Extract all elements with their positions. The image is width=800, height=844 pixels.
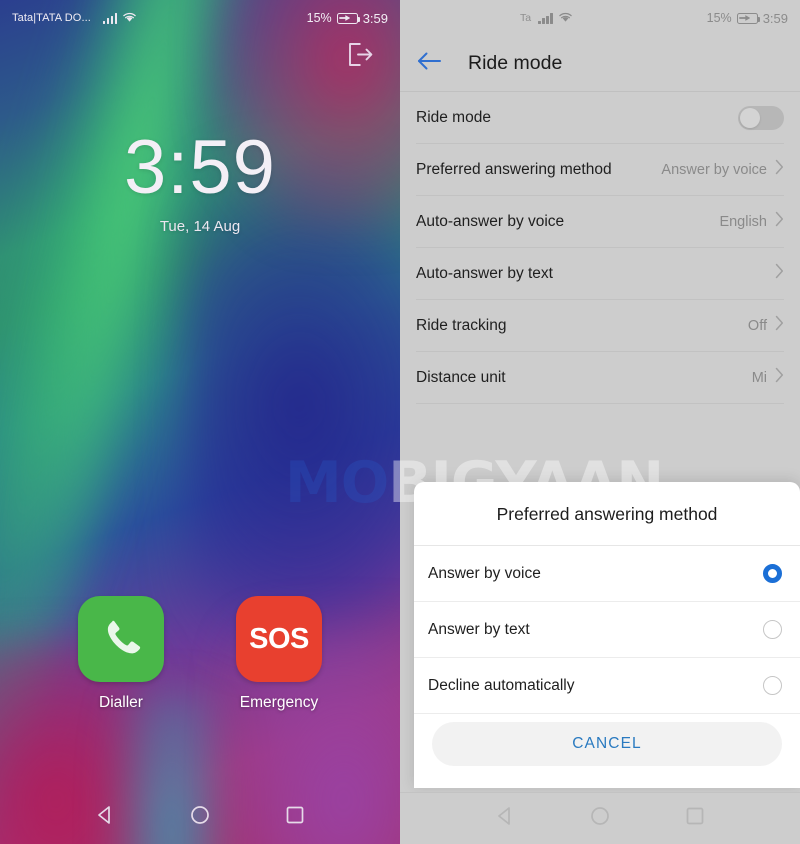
shortcut-dialler[interactable]: Dialler: [66, 596, 176, 712]
dialog-option-answer-by-voice[interactable]: Answer by voice: [414, 546, 800, 602]
lock-screen-panel: Tata|TATA DO... 15% 3:59 3:59 Tue, 14 Au…: [0, 0, 400, 844]
setting-value: English: [719, 213, 767, 230]
carrier-label: Ta: [520, 12, 532, 24]
home-circle-icon[interactable]: [589, 805, 611, 832]
chevron-right-icon: [775, 315, 784, 336]
page-title: Ride mode: [468, 52, 563, 74]
setting-control: Answer by voice: [661, 159, 784, 180]
option-label: Decline automatically: [428, 676, 575, 694]
screenshot-root: Tata|TATA DO... 15% 3:59 3:59 Tue, 14 Au…: [0, 0, 800, 844]
setting-value: Mi: [751, 369, 767, 386]
radio-button[interactable]: [763, 620, 782, 639]
setting-label: Distance unit: [416, 368, 506, 386]
phone-handset-icon: [96, 612, 146, 667]
chevron-right-icon: [775, 159, 784, 180]
setting-control: English: [719, 211, 784, 232]
cancel-button[interactable]: CANCEL: [432, 722, 782, 766]
emergency-tile[interactable]: SOS: [236, 596, 322, 682]
dialog-option-answer-by-text[interactable]: Answer by text: [414, 602, 800, 658]
setting-control: Off: [748, 315, 784, 336]
lockscreen-clock: 3:59 Tue, 14 Aug: [0, 125, 400, 236]
clock-date: Tue, 14 Aug: [159, 218, 241, 236]
battery-charging-icon: [336, 12, 361, 24]
battery-charging-icon: [736, 12, 761, 24]
dialler-tile[interactable]: [78, 596, 164, 682]
back-triangle-icon[interactable]: [94, 804, 116, 831]
lock-status-right: 15% 3:59: [307, 11, 388, 26]
settings-status-right: 15% 3:59: [707, 11, 788, 26]
setting-label: Auto-answer by text: [416, 264, 553, 282]
clock-time: 3:59: [124, 125, 276, 210]
settings-list: Ride mode Preferred answering method Ans…: [400, 92, 800, 404]
setting-row-preferred-answering-method[interactable]: Preferred answering method Answer by voi…: [416, 144, 784, 196]
lock-status-bar: Tata|TATA DO... 15% 3:59: [0, 0, 400, 36]
wifi-icon: [122, 11, 137, 26]
dialog-title: Preferred answering method: [414, 482, 800, 546]
setting-row-auto-answer-by-text[interactable]: Auto-answer by text: [416, 248, 784, 300]
shortcut-label: Dialler: [99, 694, 143, 711]
settings-status-bar: Ta 15% 3:59: [400, 0, 800, 36]
setting-value: Off: [747, 317, 767, 334]
wifi-icon: [558, 11, 573, 26]
setting-value: Answer by voice: [661, 161, 767, 178]
recents-square-icon[interactable]: [684, 805, 706, 832]
exit-logout-icon[interactable]: [347, 42, 374, 72]
recents-square-icon[interactable]: [284, 804, 306, 831]
battery-percent-label: 15%: [306, 11, 332, 25]
status-clock-label: 3:59: [362, 10, 388, 26]
carrier-label: Tata|TATA DO...: [12, 12, 91, 24]
shortcut-emergency[interactable]: SOS Emergency: [224, 596, 334, 712]
radio-button[interactable]: [763, 676, 782, 695]
signal-bars-icon: [538, 12, 553, 24]
home-circle-icon[interactable]: [189, 804, 211, 831]
setting-row-distance-unit[interactable]: Distance unit Mi: [416, 352, 784, 404]
chevron-right-icon: [775, 211, 784, 232]
setting-row-ride-tracking[interactable]: Ride tracking Off: [416, 300, 784, 352]
chevron-right-icon: [775, 367, 784, 388]
setting-label: Ride mode: [416, 108, 491, 126]
radio-button-selected[interactable]: [763, 564, 782, 583]
status-clock-label: 3:59: [762, 10, 788, 26]
sos-icon: SOS: [249, 622, 309, 655]
lock-nav-bar: [0, 790, 400, 844]
setting-label: Preferred answering method: [416, 160, 612, 178]
settings-nav-bar: [400, 792, 800, 844]
lockscreen-shortcuts: Dialler SOS Emergency: [0, 596, 400, 712]
setting-label: Ride tracking: [416, 316, 507, 334]
back-triangle-icon[interactable]: [494, 805, 516, 832]
setting-control: [767, 263, 784, 284]
back-arrow-icon[interactable]: [416, 50, 442, 77]
option-label: Answer by text: [428, 620, 530, 638]
chevron-right-icon: [775, 263, 784, 284]
setting-row-auto-answer-by-voice[interactable]: Auto-answer by voice English: [416, 196, 784, 248]
dialog-actions: CANCEL: [414, 714, 800, 788]
setting-row-ride-mode[interactable]: Ride mode: [416, 92, 784, 144]
settings-screen-panel: Ta 15% 3:59 Ride mode Ride mode Preferre…: [400, 0, 800, 844]
app-bar: Ride mode: [400, 36, 800, 92]
preferred-answering-method-dialog: Preferred answering method Answer by voi…: [414, 482, 800, 788]
option-label: Answer by voice: [428, 564, 541, 582]
setting-control: Mi: [752, 367, 784, 388]
shortcut-label: Emergency: [239, 694, 319, 711]
dialog-option-decline-automatically[interactable]: Decline automatically: [414, 658, 800, 714]
signal-bars-icon: [102, 12, 118, 24]
ride-mode-toggle[interactable]: [738, 105, 784, 130]
battery-percent-label: 15%: [706, 11, 732, 25]
setting-label: Auto-answer by voice: [416, 212, 565, 230]
setting-control: [738, 105, 784, 130]
